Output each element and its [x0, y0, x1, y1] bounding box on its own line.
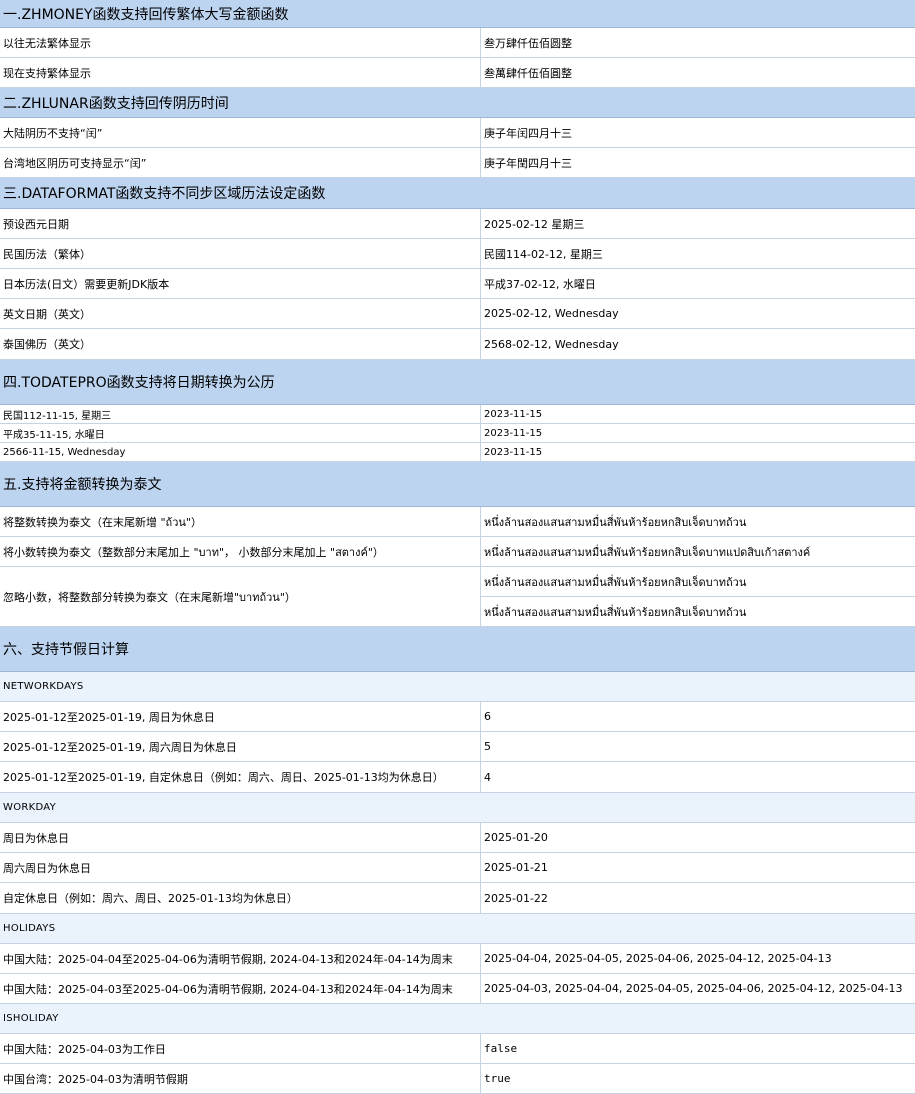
table-row[interactable]: 平成35-11-15, 水曜日 2023-11-15: [0, 424, 915, 443]
row-value[interactable]: 2025-02-12 星期三: [481, 209, 915, 238]
row-value[interactable]: 2023-11-15: [481, 405, 915, 423]
table-row[interactable]: 将整数转换为泰文（在末尾新增 "ถ้วน"） หนึ่งล้านสองแสนสา…: [0, 507, 915, 537]
row-value[interactable]: 平成37-02-12, 水曜日: [481, 269, 915, 298]
row-label[interactable]: 2025-01-12至2025-01-19, 周六周日为休息日: [0, 732, 481, 761]
row-label[interactable]: 民国历法（繁体）: [0, 239, 481, 268]
row-label[interactable]: 将小数转换为泰文（整数部分末尾加上 "บาท"， 小数部分末尾加上 "สตางค…: [0, 537, 481, 566]
row-value[interactable]: 2568-02-12, Wednesday: [481, 329, 915, 359]
section-header-zhmoney[interactable]: 一.ZHMONEY函数支持回传繁体大写金额函数: [0, 0, 915, 28]
spreadsheet: 一.ZHMONEY函数支持回传繁体大写金额函数 以往无法繁体显示 叁万肆仟伍佰圆…: [0, 0, 915, 1094]
table-row[interactable]: 中国大陆：2025-04-04至2025-04-06为清明节假期, 2024-0…: [0, 944, 915, 974]
row-value[interactable]: 2025-01-21: [481, 853, 915, 882]
row-label[interactable]: 中国大陆：2025-04-04至2025-04-06为清明节假期, 2024-0…: [0, 944, 481, 973]
table-row[interactable]: 周六周日为休息日 2025-01-21: [0, 853, 915, 883]
row-label[interactable]: 现在支持繁体显示: [0, 58, 481, 87]
table-row[interactable]: 2025-01-12至2025-01-19, 自定休息日（例如：周六、周日、20…: [0, 762, 915, 793]
row-value[interactable]: 2023-11-15: [481, 424, 915, 442]
table-row[interactable]: 自定休息日（例如：周六、周日、2025-01-13均为休息日） 2025-01-…: [0, 883, 915, 914]
table-row[interactable]: 中国台湾：2025-04-03为清明节假期 true: [0, 1064, 915, 1094]
subsection-networkdays[interactable]: NETWORKDAYS: [0, 672, 915, 702]
row-value[interactable]: หนึ่งล้านสองแสนสามหมื่นสี่พันห้าร้อยหกสิ…: [481, 597, 915, 627]
row-value[interactable]: 2025-02-12, Wednesday: [481, 299, 915, 328]
row-label[interactable]: 台湾地区阴历可支持显示“闰”: [0, 148, 481, 177]
table-row[interactable]: 周日为休息日 2025-01-20: [0, 823, 915, 853]
table-row[interactable]: 泰国佛历（英文） 2568-02-12, Wednesday: [0, 329, 915, 360]
row-label[interactable]: 中国大陆：2025-04-03为工作日: [0, 1034, 481, 1063]
row-value[interactable]: false: [481, 1034, 915, 1063]
row-label[interactable]: 周日为休息日: [0, 823, 481, 852]
table-row[interactable]: 2025-01-12至2025-01-19, 周日为休息日 6: [0, 702, 915, 732]
row-value[interactable]: 2023-11-15: [481, 443, 915, 461]
row-value[interactable]: 2025-04-04, 2025-04-05, 2025-04-06, 2025…: [481, 944, 915, 973]
row-label[interactable]: 2025-01-12至2025-01-19, 周日为休息日: [0, 702, 481, 731]
row-label[interactable]: 日本历法(日文）需要更新JDK版本: [0, 269, 481, 298]
row-label[interactable]: 预设西元日期: [0, 209, 481, 238]
row-value[interactable]: 2025-04-03, 2025-04-04, 2025-04-05, 2025…: [481, 974, 915, 1003]
table-row[interactable]: 2025-01-12至2025-01-19, 周六周日为休息日 5: [0, 732, 915, 762]
row-label[interactable]: 民国112-11-15, 星期三: [0, 405, 481, 423]
row-value[interactable]: 庚子年閏四月十三: [481, 148, 915, 177]
section-title: 六、支持节假日计算: [3, 642, 129, 658]
row-label[interactable]: 中国台湾：2025-04-03为清明节假期: [0, 1064, 481, 1093]
row-value[interactable]: 6: [481, 702, 915, 731]
section-title: 一.ZHMONEY函数支持回传繁体大写金额函数: [3, 6, 289, 23]
table-row[interactable]: 以往无法繁体显示 叁万肆仟伍佰圆整: [0, 28, 915, 58]
table-row[interactable]: 现在支持繁体显示 叁萬肆仟伍佰圓整: [0, 58, 915, 88]
section-title: 四.TODATEPRO函数支持将日期转换为公历: [3, 375, 275, 391]
subsection-isholiday[interactable]: ISHOLIDAY: [0, 1004, 915, 1034]
table-row[interactable]: 日本历法(日文）需要更新JDK版本 平成37-02-12, 水曜日: [0, 269, 915, 299]
table-row[interactable]: 中国大陆：2025-04-03至2025-04-06为清明节假期, 2024-0…: [0, 974, 915, 1004]
row-label[interactable]: 2566-11-15, Wednesday: [0, 443, 481, 461]
row-label[interactable]: 将整数转换为泰文（在末尾新增 "ถ้วน"）: [0, 507, 481, 536]
row-label[interactable]: 大陆阴历不支持“闰”: [0, 118, 481, 147]
row-value[interactable]: 民國114-02-12, 星期三: [481, 239, 915, 268]
row-label[interactable]: 泰国佛历（英文）: [0, 329, 481, 359]
table-row[interactable]: 2566-11-15, Wednesday 2023-11-15: [0, 443, 915, 462]
table-row[interactable]: 英文日期（英文） 2025-02-12, Wednesday: [0, 299, 915, 329]
table-row[interactable]: 将小数转换为泰文（整数部分末尾加上 "บาท"， 小数部分末尾加上 "สตางค…: [0, 537, 915, 567]
section-header-dataformat[interactable]: 三.DATAFORMAT函数支持不同步区域历法设定函数: [0, 178, 915, 209]
section-title: 二.ZHLUNAR函数支持回传阴历时间: [3, 95, 229, 112]
row-value[interactable]: หนึ่งล้านสองแสนสามหมื่นสี่พันห้าร้อยหกสิ…: [481, 537, 915, 566]
table-row[interactable]: 民国112-11-15, 星期三 2023-11-15: [0, 405, 915, 424]
row-label[interactable]: 2025-01-12至2025-01-19, 自定休息日（例如：周六、周日、20…: [0, 762, 481, 792]
table-row[interactable]: 中国大陆：2025-04-03为工作日 false: [0, 1034, 915, 1064]
table-row[interactable]: 民国历法（繁体） 民國114-02-12, 星期三: [0, 239, 915, 269]
table-row[interactable]: 大陆阴历不支持“闰” 庚子年闰四月十三: [0, 118, 915, 148]
subsection-label: HOLIDAYS: [3, 923, 56, 934]
table-row[interactable]: 台湾地区阴历可支持显示“闰” 庚子年閏四月十三: [0, 148, 915, 178]
row-value[interactable]: หนึ่งล้านสองแสนสามหมื่นสี่พันห้าร้อยหกสิ…: [481, 507, 915, 536]
row-value[interactable]: true: [481, 1064, 915, 1093]
row-label[interactable]: 周六周日为休息日: [0, 853, 481, 882]
subsection-label: ISHOLIDAY: [3, 1013, 59, 1024]
row-label[interactable]: 中国大陆：2025-04-03至2025-04-06为清明节假期, 2024-0…: [0, 974, 481, 1003]
row-value[interactable]: 2025-01-22: [481, 883, 915, 913]
row-value[interactable]: 叁万肆仟伍佰圆整: [481, 28, 915, 57]
subsection-holidays[interactable]: HOLIDAYS: [0, 914, 915, 944]
row-label[interactable]: 英文日期（英文）: [0, 299, 481, 328]
row-label[interactable]: 自定休息日（例如：周六、周日、2025-01-13均为休息日）: [0, 883, 481, 913]
section-header-holiday[interactable]: 六、支持节假日计算: [0, 627, 915, 672]
section-title: 三.DATAFORMAT函数支持不同步区域历法设定函数: [3, 186, 326, 202]
table-row[interactable]: 预设西元日期 2025-02-12 星期三: [0, 209, 915, 239]
section-title: 五.支持将金额转换为泰文: [3, 477, 162, 493]
merged-row-label[interactable]: 忽略小数，将整数部分转换为泰文（在末尾新增"บาทถ้วน"）: [0, 567, 481, 627]
subsection-workday[interactable]: WORKDAY: [0, 793, 915, 823]
row-value[interactable]: หนึ่งล้านสองแสนสามหมื่นสี่พันห้าร้อยหกสิ…: [481, 567, 915, 597]
subsection-label: WORKDAY: [3, 802, 57, 813]
row-value[interactable]: 4: [481, 762, 915, 792]
section-header-todatepro[interactable]: 四.TODATEPRO函数支持将日期转换为公历: [0, 360, 915, 405]
subsection-label: NETWORKDAYS: [3, 681, 84, 692]
section-header-zhlunar[interactable]: 二.ZHLUNAR函数支持回传阴历时间: [0, 88, 915, 118]
row-value[interactable]: 叁萬肆仟伍佰圓整: [481, 58, 915, 87]
row-value[interactable]: 5: [481, 732, 915, 761]
row-value[interactable]: 庚子年闰四月十三: [481, 118, 915, 147]
row-label[interactable]: 以往无法繁体显示: [0, 28, 481, 57]
row-value[interactable]: 2025-01-20: [481, 823, 915, 852]
section-header-thai[interactable]: 五.支持将金额转换为泰文: [0, 462, 915, 507]
row-label[interactable]: 平成35-11-15, 水曜日: [0, 424, 481, 442]
